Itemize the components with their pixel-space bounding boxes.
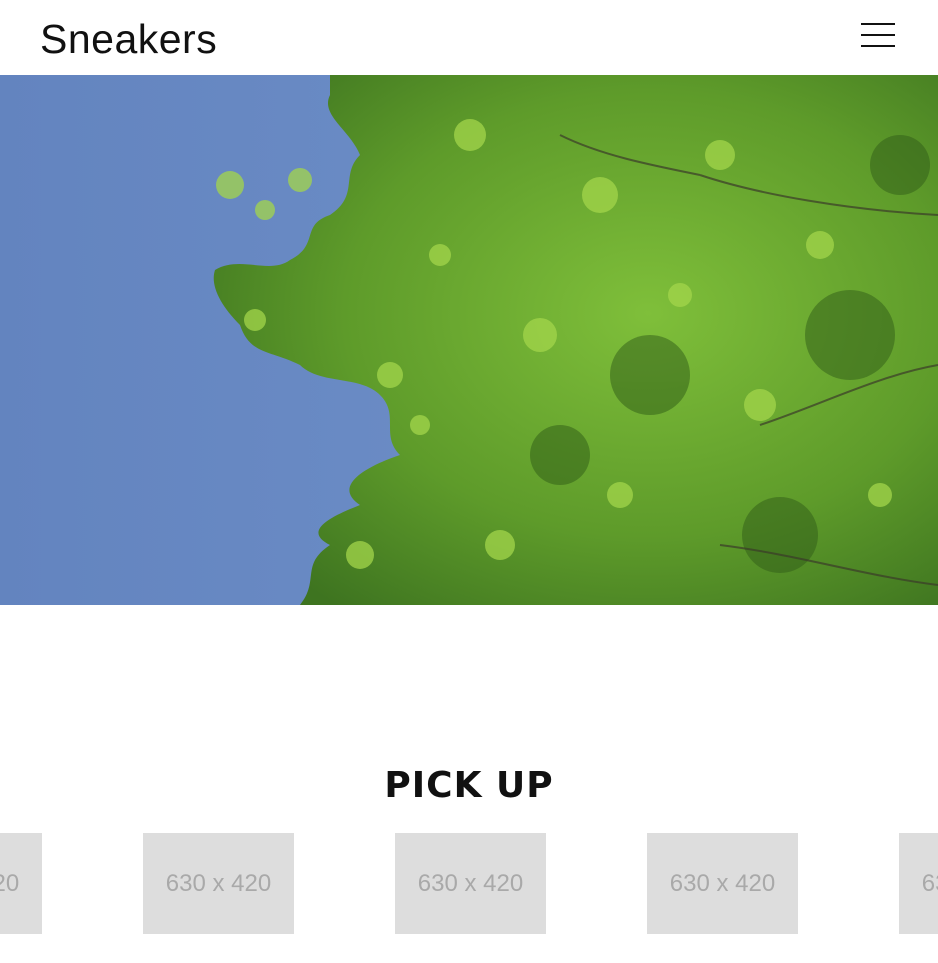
pickup-carousel[interactable]: 630 x 420 630 x 420 630 x 420 630 x 420 … [0, 833, 938, 934]
hero-image [0, 75, 938, 605]
tree-foliage-illustration [0, 75, 938, 605]
pickup-slide[interactable]: 630 x 420 [395, 833, 546, 934]
pickup-slide[interactable]: 630 x 420 [899, 833, 938, 934]
pickup-slide[interactable]: 630 x 420 [0, 833, 42, 934]
menu-line-icon [861, 34, 895, 36]
site-logo[interactable]: Sneakers [40, 14, 217, 64]
menu-line-icon [861, 45, 895, 47]
hamburger-menu-button[interactable] [858, 22, 898, 50]
menu-line-icon [861, 23, 895, 25]
pickup-slide[interactable]: 630 x 420 [647, 833, 798, 934]
pickup-title: PICK UP [384, 764, 554, 806]
site-header: Sneakers [0, 0, 938, 75]
pickup-slide[interactable]: 630 x 420 [143, 833, 294, 934]
